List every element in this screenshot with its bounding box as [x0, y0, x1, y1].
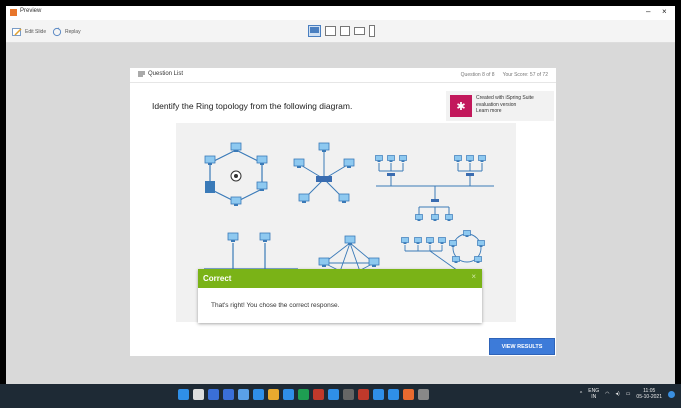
taskbar-app-icon[interactable]: [208, 389, 219, 400]
taskbar-app-icon[interactable]: [193, 389, 204, 400]
close-icon[interactable]: ×: [471, 272, 476, 281]
taskbar-app-icon[interactable]: [373, 389, 384, 400]
language-bottom: IN: [591, 394, 597, 400]
preview-stage: Question List Question 8 of 8 Your Score…: [6, 43, 675, 384]
edit-slide-label: Edit Slide: [25, 29, 47, 35]
phone-portrait-icon[interactable]: [369, 25, 375, 37]
ispring-learn-more[interactable]: Learn more: [476, 108, 552, 115]
phone-landscape-icon[interactable]: [354, 27, 365, 35]
topology-option-hybrid[interactable]: [401, 230, 485, 274]
taskbar-app-icon[interactable]: [343, 389, 354, 400]
device-preview-switcher: [308, 24, 375, 38]
volume-icon[interactable]: ◂): [616, 391, 620, 397]
taskbar-app-icon[interactable]: [403, 389, 414, 400]
question-text: Identify the Ring topology from the foll…: [152, 101, 353, 111]
taskbar-app-icon[interactable]: [388, 389, 399, 400]
topology-option-star[interactable]: [293, 142, 355, 204]
title-bar: Preview – ×: [6, 6, 675, 20]
taskbar-app-icon[interactable]: [283, 389, 294, 400]
edit-slide-button[interactable]: Edit Slide: [12, 26, 46, 38]
taskbar-app-icon[interactable]: [223, 389, 234, 400]
taskbar: ^ ENG IN ◠ ◂) ▭ 11:05 05-10-2021: [0, 384, 681, 408]
minimize-button[interactable]: –: [646, 7, 650, 16]
clock-date: 05-10-2021: [636, 394, 662, 400]
ispring-watermark[interactable]: ✱ Created with iSpring Suite evaluation …: [446, 91, 554, 121]
taskbar-app-icon[interactable]: [238, 389, 249, 400]
notification-icon[interactable]: [668, 390, 675, 398]
question-list-button[interactable]: Question List: [138, 71, 183, 77]
taskbar-app-icon[interactable]: [268, 389, 279, 400]
taskbar-apps: [178, 389, 429, 400]
tablet-landscape-icon[interactable]: [325, 26, 336, 36]
taskbar-app-icon[interactable]: [328, 389, 339, 400]
taskbar-app-icon[interactable]: [253, 389, 264, 400]
taskbar-app-icon[interactable]: [418, 389, 429, 400]
question-counter: Question 8 of 8: [460, 72, 495, 78]
feedback-header: Correct ×: [198, 269, 482, 288]
view-results-button[interactable]: VIEW RESULTS: [489, 338, 555, 355]
taskbar-app-icon[interactable]: [298, 389, 309, 400]
ispring-logo-icon: ✱: [450, 95, 472, 117]
toolbar: Edit Slide Replay: [6, 20, 675, 43]
quiz-progress: Question 8 of 8 Your Score: 57 of 72: [461, 72, 548, 78]
edit-slide-icon: [12, 28, 22, 36]
taskbar-app-icon[interactable]: [358, 389, 369, 400]
feedback-popup: Correct × That's right! You chose the co…: [198, 269, 482, 323]
list-icon: [138, 71, 145, 77]
score-label: Your Score: 57 of 72: [502, 72, 548, 78]
feedback-title: Correct: [203, 274, 232, 283]
app-icon: [10, 9, 17, 16]
replay-label: Replay: [65, 29, 81, 35]
topology-option-tree[interactable]: [375, 155, 495, 222]
chevron-up-icon[interactable]: ^: [580, 391, 582, 397]
wifi-icon[interactable]: ◠: [605, 391, 609, 397]
close-button[interactable]: ×: [662, 7, 667, 16]
start-icon[interactable]: [178, 389, 189, 400]
language-indicator[interactable]: ENG IN: [588, 388, 599, 400]
tablet-portrait-icon[interactable]: [340, 26, 350, 36]
replay-button[interactable]: Replay: [52, 26, 81, 38]
feedback-message: That's right! You chose the correct resp…: [211, 302, 340, 309]
window-title: Preview: [20, 8, 42, 14]
clock[interactable]: 11:05 05-10-2021: [636, 388, 662, 400]
desktop-view-icon[interactable]: [308, 25, 321, 37]
battery-icon[interactable]: ▭: [626, 391, 631, 397]
taskbar-app-icon[interactable]: [313, 389, 324, 400]
system-tray: ^ ENG IN ◠ ◂) ▭ 11:05 05-10-2021: [580, 388, 675, 400]
slide-header: Question List Question 8 of 8 Your Score…: [130, 68, 556, 83]
question-list-label: Question List: [148, 71, 184, 77]
preview-window: Preview – × Edit Slide Replay Question L…: [6, 6, 675, 384]
replay-icon: [52, 27, 62, 37]
topology-option-ring[interactable]: [204, 142, 268, 207]
